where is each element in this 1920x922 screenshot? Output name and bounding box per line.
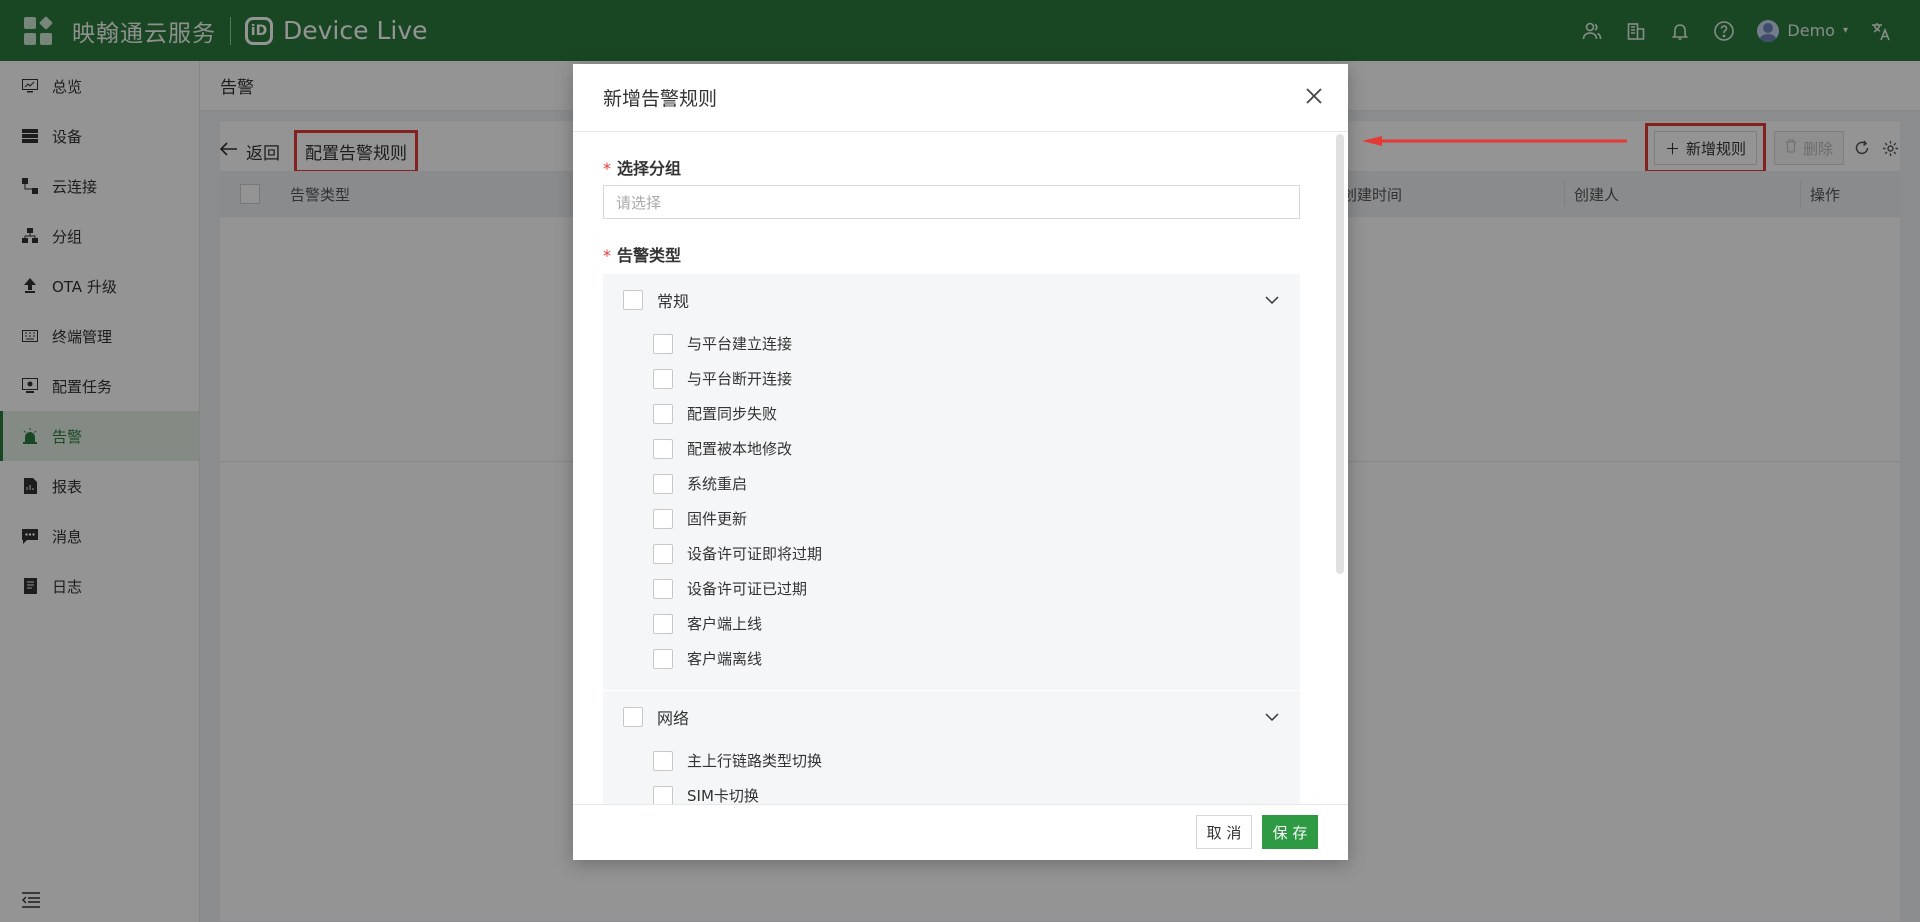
list-item[interactable]: 主上行链路类型切换	[603, 743, 1300, 778]
item-checkbox[interactable]	[653, 648, 673, 669]
group-checkbox[interactable]	[623, 290, 643, 310]
dialog-scrollbar[interactable]	[1336, 134, 1344, 574]
item-checkbox[interactable]	[653, 613, 673, 634]
chevron-down-icon[interactable]	[1264, 292, 1280, 308]
alarm-group-general: 常规 与平台建立连接 与平台断开连接 配置同步失败 配置被本地修改 系统重启 固…	[603, 274, 1300, 690]
item-checkbox[interactable]	[653, 750, 673, 771]
cancel-button[interactable]: 取 消	[1196, 815, 1252, 849]
add-alarm-rule-dialog: 新增告警规则 * 选择分组 请选择 * 告警类型 常规 与平台建立连接 与平台断开连…	[573, 64, 1348, 860]
list-item[interactable]: 与平台断开连接	[603, 361, 1300, 396]
item-checkbox[interactable]	[653, 543, 673, 564]
item-checkbox[interactable]	[653, 403, 673, 424]
dialog-body: * 选择分组 请选择 * 告警类型 常规 与平台建立连接 与平台断开连接 配置同步失…	[573, 133, 1348, 805]
list-item[interactable]: 固件更新	[603, 501, 1300, 536]
close-icon[interactable]	[1304, 86, 1326, 108]
group-checkbox[interactable]	[623, 707, 643, 727]
list-item[interactable]: 与平台建立连接	[603, 326, 1300, 361]
item-checkbox[interactable]	[653, 578, 673, 599]
list-item[interactable]: 配置同步失败	[603, 396, 1300, 431]
save-button[interactable]: 保 存	[1262, 815, 1318, 849]
list-item[interactable]: 客户端离线	[603, 641, 1300, 676]
group-header[interactable]: 常规	[603, 274, 1300, 326]
alarm-group-network: 网络 主上行链路类型切换 SIM卡切换	[603, 691, 1300, 805]
required-mark: *	[603, 246, 611, 265]
required-mark: *	[603, 159, 611, 178]
item-checkbox[interactable]	[653, 438, 673, 459]
dialog-title: 新增告警规则	[573, 64, 1348, 132]
item-checkbox[interactable]	[653, 473, 673, 494]
list-item[interactable]: 设备许可证已过期	[603, 571, 1300, 606]
annotation-arrow	[1362, 136, 1627, 146]
group-title: 常规	[657, 292, 690, 311]
group-header[interactable]: 网络	[603, 691, 1300, 743]
list-item[interactable]: 客户端上线	[603, 606, 1300, 641]
group-select[interactable]: 请选择	[603, 185, 1300, 219]
list-item[interactable]: 系统重启	[603, 466, 1300, 501]
chevron-down-icon[interactable]	[1264, 709, 1280, 725]
dialog-footer: 取 消 保 存	[573, 804, 1348, 860]
item-checkbox[interactable]	[653, 508, 673, 529]
group-field-label: * 选择分组	[603, 159, 682, 178]
group-title: 网络	[657, 709, 690, 728]
alarm-type-field-label: * 告警类型	[603, 246, 682, 265]
item-checkbox[interactable]	[653, 368, 673, 389]
list-item[interactable]: 配置被本地修改	[603, 431, 1300, 466]
list-item[interactable]: SIM卡切换	[603, 778, 1300, 805]
item-checkbox[interactable]	[653, 333, 673, 354]
item-checkbox[interactable]	[653, 785, 673, 805]
list-item[interactable]: 设备许可证即将过期	[603, 536, 1300, 571]
